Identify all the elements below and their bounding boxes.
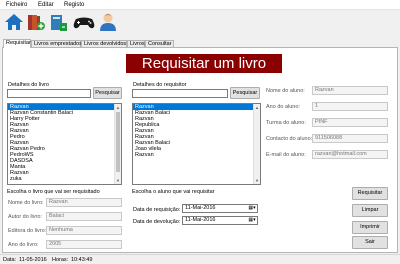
request-button[interactable]: Requisitar <box>352 187 388 200</box>
field-value[interactable]: 911506088 <box>312 134 388 143</box>
field-label: Contacto do aluno: <box>266 136 313 142</box>
field-label: Nome do aluno: <box>266 88 305 94</box>
student-search-button[interactable]: Pesquisar <box>230 87 260 99</box>
status-time-value: 10:43:49 <box>71 257 93 263</box>
field-value[interactable]: razvan@hotmail.com <box>312 150 388 159</box>
menu-registo[interactable]: Registo <box>64 2 84 8</box>
home-button[interactable] <box>4 12 24 34</box>
status-bar: Data: 11-05-2016 Horas: 10:43:49 <box>0 254 400 264</box>
menu-editar[interactable]: Editar <box>38 2 54 8</box>
student-search-input[interactable] <box>132 89 228 98</box>
list-item[interactable]: Razvan <box>133 152 260 158</box>
add-book-button[interactable] <box>26 12 46 34</box>
return-date-value: 11-Mai-2016 <box>185 217 216 223</box>
field-value[interactable]: PINF <box>312 118 388 127</box>
request-date-label: Data de requisição: <box>133 207 181 213</box>
book-add-icon <box>28 15 45 30</box>
scroll-down-icon[interactable]: ▼ <box>254 177 260 184</box>
field-label: Editora do livro: <box>8 228 47 234</box>
menu-ficheiro[interactable]: Ficheiro <box>6 2 27 8</box>
field-label: Ano do aluno: <box>266 104 300 110</box>
request-date-value: 11-Mai-2016 <box>185 205 216 211</box>
field-value[interactable]: 2005 <box>46 240 122 249</box>
field-label: E-mail do aluno: <box>266 152 306 158</box>
student-list-rows: Razvan Razvan Balaci Razvan Republica Razvan… <box>133 104 260 158</box>
return-date-picker[interactable]: 11-Mai-2016 ▦▾ <box>182 216 258 225</box>
list-item[interactable]: zuka <box>8 176 121 182</box>
calendar-dropdown-icon[interactable]: ▦▾ <box>248 217 256 224</box>
toolbar <box>0 10 400 37</box>
exit-button[interactable]: Sair <box>352 236 388 249</box>
field-value[interactable]: 1 <box>312 102 388 111</box>
scroll-up-icon[interactable]: ▲ <box>115 104 121 111</box>
calendar-dropdown-icon[interactable]: ▦▾ <box>248 205 256 212</box>
student-hint: Escolha o aluno que vai requisitar <box>132 189 215 195</box>
gamepad-icon <box>73 17 95 29</box>
field-label: Autor do livro: <box>8 214 42 220</box>
status-date-value: 11-05-2016 <box>19 257 47 263</box>
field-label: Ano do livro: <box>8 242 39 248</box>
games-button[interactable] <box>72 12 96 34</box>
return-book-button[interactable] <box>48 12 68 34</box>
field-value[interactable]: Balaci <box>46 212 122 221</box>
student-list[interactable]: Razvan Razvan Balaci Razvan Republica Razvan… <box>132 103 261 185</box>
student-details-label: Detalhes do requisitor <box>133 82 187 88</box>
book-search-input[interactable] <box>7 89 91 98</box>
student-list-scrollbar[interactable]: ▲ ▼ <box>253 104 260 184</box>
print-button[interactable]: Imprimir <box>352 221 388 234</box>
book-details-label: Detalhes do livro <box>8 82 49 88</box>
book-return-icon <box>51 15 67 31</box>
field-label: Nome do livro: <box>8 200 44 206</box>
menu-bar: Ficheiro Editar Registo <box>0 0 400 10</box>
clear-button[interactable]: Limpar <box>352 204 388 217</box>
status-time-label: Horas: <box>52 257 69 263</box>
field-value[interactable]: Nenhuma <box>46 226 122 235</box>
page-title: Requisitar um livro <box>126 54 282 73</box>
user-button[interactable] <box>98 12 118 34</box>
book-list-rows: Razvan Razvan Constantin Balaci Harry Pott… <box>8 104 121 182</box>
book-search-button[interactable]: Pesquisar <box>93 87 122 99</box>
book-hint: Escolha o livro que vai ser requisitado <box>7 189 100 195</box>
scroll-thumb[interactable] <box>116 112 120 172</box>
field-value[interactable]: Razvan <box>46 198 122 207</box>
home-icon <box>5 14 23 30</box>
field-label: Turma do aluno: <box>266 120 306 126</box>
request-date-picker[interactable]: 11-Mai-2016 ▦▾ <box>182 204 258 213</box>
book-list-scrollbar[interactable]: ▲ ▼ <box>114 104 121 184</box>
return-date-label: Data de devolução: <box>133 219 181 225</box>
tab-requisitar[interactable]: Requisitar <box>3 39 31 48</box>
book-list[interactable]: Razvan Razvan Constantin Balaci Harry Pott… <box>7 103 122 185</box>
status-date-label: Data: <box>3 257 17 263</box>
field-value[interactable]: Razvan <box>312 86 388 95</box>
scroll-down-icon[interactable]: ▼ <box>115 177 121 184</box>
user-icon <box>100 13 116 31</box>
scroll-up-icon[interactable]: ▲ <box>254 104 260 111</box>
